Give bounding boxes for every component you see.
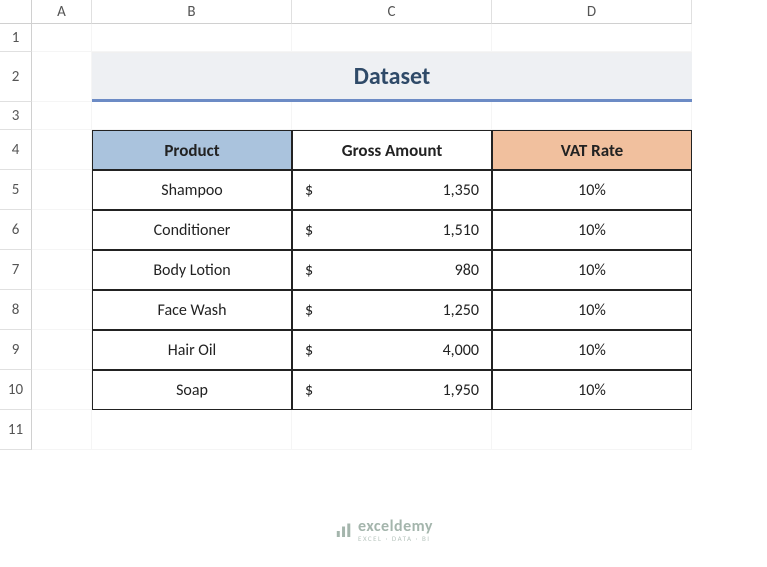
gross-value: 980 xyxy=(455,261,479,280)
table-header-product[interactable]: Product xyxy=(92,130,292,170)
gross-value: 1,950 xyxy=(443,381,479,400)
table-row[interactable]: 10% xyxy=(492,210,692,250)
table-row[interactable]: 10% xyxy=(492,250,692,290)
row-header-6[interactable]: 6 xyxy=(0,210,32,250)
cell-b3[interactable] xyxy=(92,102,292,130)
watermark-tag: EXCEL · DATA · BI xyxy=(358,535,433,542)
table-row[interactable]: 10% xyxy=(492,170,692,210)
table-row[interactable]: 10% xyxy=(492,330,692,370)
logo-icon xyxy=(334,522,352,540)
cell-a4[interactable] xyxy=(32,130,92,170)
table-row[interactable]: $4,000 xyxy=(292,330,492,370)
table-row[interactable]: Shampoo xyxy=(92,170,292,210)
table-row[interactable]: Body Lotion xyxy=(92,250,292,290)
currency-symbol: $ xyxy=(305,381,313,400)
table-header-gross[interactable]: Gross Amount xyxy=(292,130,492,170)
gross-value: 1,250 xyxy=(443,301,479,320)
table-row[interactable]: Hair Oil xyxy=(92,330,292,370)
cell-b11[interactable] xyxy=(92,410,292,450)
row-header-10[interactable]: 10 xyxy=(0,370,32,410)
table-row[interactable]: 10% xyxy=(492,290,692,330)
dataset-title[interactable]: Dataset xyxy=(92,52,692,102)
cell-d11[interactable] xyxy=(492,410,692,450)
table-row[interactable]: $1,950 xyxy=(292,370,492,410)
cell-a2[interactable] xyxy=(32,52,92,102)
row-header-4[interactable]: 4 xyxy=(0,130,32,170)
cell-d1[interactable] xyxy=(492,24,692,52)
table-row[interactable]: $1,510 xyxy=(292,210,492,250)
table-row[interactable]: Soap xyxy=(92,370,292,410)
row-header-1[interactable]: 1 xyxy=(0,24,32,52)
select-all-corner[interactable] xyxy=(0,0,32,24)
gross-value: 4,000 xyxy=(443,341,479,360)
cell-c1[interactable] xyxy=(292,24,492,52)
currency-symbol: $ xyxy=(305,221,313,240)
table-row[interactable]: $1,350 xyxy=(292,170,492,210)
cell-a3[interactable] xyxy=(32,102,92,130)
table-header-vat[interactable]: VAT Rate xyxy=(492,130,692,170)
cell-a5[interactable] xyxy=(32,170,92,210)
table-row[interactable]: Face Wash xyxy=(92,290,292,330)
gross-value: 1,510 xyxy=(443,221,479,240)
cell-a7[interactable] xyxy=(32,250,92,290)
cell-a1[interactable] xyxy=(32,24,92,52)
watermark: exceldemy EXCEL · DATA · BI xyxy=(334,519,433,542)
table-row[interactable]: 10% xyxy=(492,370,692,410)
spreadsheet-grid: A B C D 1 2 Dataset 3 4 Product Gross Am… xyxy=(0,0,767,450)
currency-symbol: $ xyxy=(305,181,313,200)
cell-a10[interactable] xyxy=(32,370,92,410)
row-header-3[interactable]: 3 xyxy=(0,102,32,130)
table-row[interactable]: Conditioner xyxy=(92,210,292,250)
currency-symbol: $ xyxy=(305,261,313,280)
row-header-5[interactable]: 5 xyxy=(0,170,32,210)
cell-a6[interactable] xyxy=(32,210,92,250)
cell-a9[interactable] xyxy=(32,330,92,370)
cell-c11[interactable] xyxy=(292,410,492,450)
col-header-b[interactable]: B xyxy=(92,0,292,24)
col-header-c[interactable]: C xyxy=(292,0,492,24)
watermark-text: exceldemy EXCEL · DATA · BI xyxy=(358,519,433,542)
currency-symbol: $ xyxy=(305,301,313,320)
col-header-d[interactable]: D xyxy=(492,0,692,24)
watermark-brand: exceldemy xyxy=(358,519,433,535)
cell-d3[interactable] xyxy=(492,102,692,130)
cell-c3[interactable] xyxy=(292,102,492,130)
table-row[interactable]: $980 xyxy=(292,250,492,290)
cell-a11[interactable] xyxy=(32,410,92,450)
row-header-11[interactable]: 11 xyxy=(0,410,32,450)
gross-value: 1,350 xyxy=(443,181,479,200)
cell-a8[interactable] xyxy=(32,290,92,330)
col-header-a[interactable]: A xyxy=(32,0,92,24)
cell-b1[interactable] xyxy=(92,24,292,52)
row-header-2[interactable]: 2 xyxy=(0,52,32,102)
row-header-8[interactable]: 8 xyxy=(0,290,32,330)
row-header-7[interactable]: 7 xyxy=(0,250,32,290)
table-row[interactable]: $1,250 xyxy=(292,290,492,330)
currency-symbol: $ xyxy=(305,341,313,360)
row-header-9[interactable]: 9 xyxy=(0,330,32,370)
